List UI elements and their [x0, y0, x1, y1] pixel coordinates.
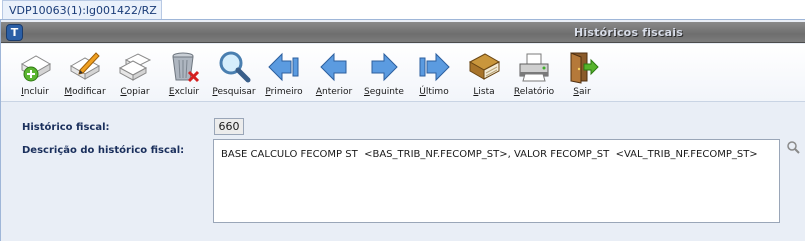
descricao-label: Descrição do histórico fiscal:	[22, 145, 185, 156]
pesquisar-button[interactable]: Pesquisar	[209, 48, 259, 100]
next-arrow-icon	[371, 52, 398, 82]
seguinte-button[interactable]: Seguinte	[359, 48, 409, 100]
descricao-field[interactable]: BASE CALCULO FECOMP ST <BAS_TRIB_NF.FECO…	[213, 139, 780, 223]
printer-icon	[519, 53, 549, 82]
primeiro-button[interactable]: Primeiro	[259, 48, 309, 100]
first-arrow-icon	[268, 52, 299, 82]
book-icon	[468, 53, 501, 80]
modificar-button[interactable]: Modificar	[60, 48, 110, 100]
window-title: Históricos fiscais	[574, 26, 683, 39]
copiar-button[interactable]: Copiar	[110, 48, 160, 100]
incluir-button[interactable]: Incluir	[10, 48, 60, 100]
app-logo-icon: T	[6, 24, 23, 41]
sair-label: Sair	[573, 87, 591, 97]
historico-fiscal-label: Histórico fiscal:	[22, 122, 110, 133]
magnifier-icon	[219, 51, 251, 83]
last-arrow-icon	[419, 52, 450, 82]
lista-button[interactable]: Lista	[459, 48, 509, 100]
trash-icon	[172, 52, 200, 83]
excluir-button[interactable]: Excluir	[159, 48, 209, 100]
title-bar: T Históricos fiscais	[1, 22, 805, 43]
program-tab[interactable]: VDP10063(1):lg001422/RZ	[2, 0, 162, 20]
relatorio-button[interactable]: Relatório	[509, 48, 559, 100]
exit-door-icon	[570, 52, 599, 84]
historico-fiscal-field[interactable]: 660	[214, 118, 244, 135]
previous-arrow-icon	[320, 52, 347, 82]
anterior-button[interactable]: Anterior	[309, 48, 359, 100]
copy-document-icon	[118, 53, 152, 81]
add-document-icon	[20, 55, 52, 82]
tab-bar: VDP10063(1):lg001422/RZ	[0, 0, 805, 20]
toolbar: Incluir Modificar Copiar Excluir Pesquis…	[1, 44, 805, 102]
edit-document-icon	[69, 52, 101, 80]
ultimo-button[interactable]: Último	[409, 48, 459, 100]
lookup-magnifier-icon[interactable]	[786, 140, 800, 154]
sair-button[interactable]: Sair	[557, 48, 607, 100]
